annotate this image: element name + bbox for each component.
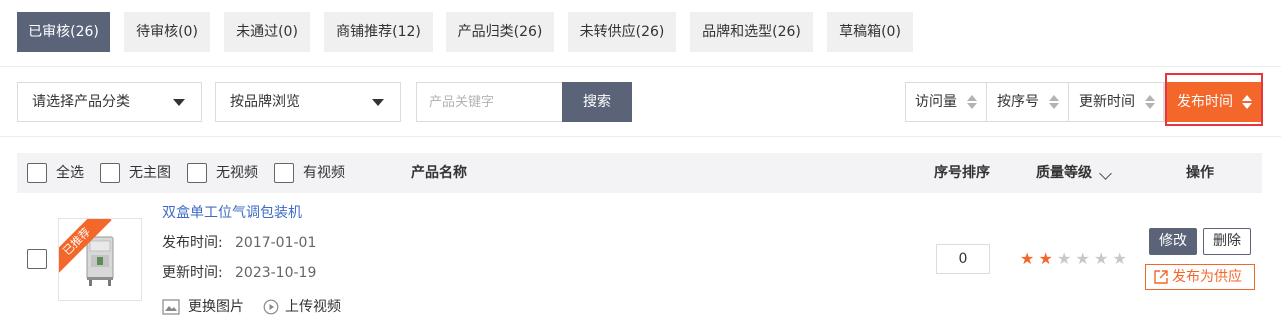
- sort-published-button[interactable]: 发布时间: [1167, 82, 1261, 122]
- sort-views-button[interactable]: 访问量: [905, 82, 987, 122]
- sort-updated-button[interactable]: 更新时间: [1069, 82, 1165, 122]
- brand-select[interactable]: 按品牌浏览: [215, 82, 401, 122]
- publish-as-supply-button[interactable]: 发布为供应: [1145, 264, 1255, 290]
- update-time-label: 更新时间:: [162, 265, 223, 281]
- upload-video-label: 上传视频: [285, 299, 341, 315]
- sort-arrows-icon: [1242, 95, 1252, 109]
- tab-product-categorized[interactable]: 产品归类(26): [446, 12, 554, 52]
- column-order: 序号排序: [934, 165, 990, 181]
- sort-updated-label: 更新时间: [1079, 94, 1135, 110]
- tab-brand-selection[interactable]: 品牌和选型(26): [690, 12, 813, 52]
- select-all-checkbox[interactable]: [27, 163, 47, 183]
- external-link-icon: [1154, 270, 1168, 284]
- no-main-image-label: 无主图: [129, 165, 171, 181]
- tab-rejected[interactable]: 未通过(0): [224, 12, 310, 52]
- update-time-value: 2023-10-19: [235, 265, 317, 281]
- star-empty-icon: ★: [1075, 249, 1090, 268]
- divider: [0, 66, 1281, 67]
- column-actions: 操作: [1186, 165, 1214, 181]
- replace-image-label: 更换图片: [188, 299, 244, 315]
- divider: [0, 136, 1281, 137]
- category-select-value: 请选择产品分类: [32, 94, 130, 110]
- star-filled-icon: ★: [1020, 249, 1035, 268]
- select-all-label: 全选: [56, 165, 84, 181]
- publish-time-label: 发布时间:: [162, 235, 223, 251]
- star-filled-icon: ★: [1038, 249, 1053, 268]
- has-video-label: 有视频: [303, 165, 345, 181]
- keyword-search-input[interactable]: [416, 82, 563, 122]
- has-video-checkbox[interactable]: [274, 163, 294, 183]
- image-icon: [162, 299, 180, 315]
- upload-video-button[interactable]: 上传视频: [263, 297, 341, 317]
- product-thumbnail[interactable]: 已推荐: [58, 218, 142, 301]
- sort-published-label: 发布时间: [1177, 94, 1233, 110]
- tab-drafts[interactable]: 草稿箱(0): [827, 12, 913, 52]
- publish-as-supply-label: 发布为供应: [1172, 269, 1242, 285]
- no-video-checkbox[interactable]: [187, 163, 207, 183]
- sort-order-label: 按序号: [997, 94, 1039, 110]
- publish-time-value: 2017-01-01: [235, 235, 317, 251]
- search-button[interactable]: 搜索: [562, 82, 632, 122]
- tab-not-converted-supply[interactable]: 未转供应(26): [568, 12, 676, 52]
- no-main-image-checkbox[interactable]: [100, 163, 120, 183]
- no-video-label: 无视频: [216, 165, 258, 181]
- column-quality[interactable]: 质量等级: [1036, 163, 1092, 183]
- column-product-name: 产品名称: [411, 165, 467, 181]
- star-empty-icon: ★: [1112, 249, 1127, 268]
- star-empty-icon: ★: [1094, 249, 1109, 268]
- product-name-link[interactable]: 双盒单工位气调包装机: [162, 203, 302, 223]
- sort-arrows-icon: [1145, 95, 1155, 109]
- sort-arrows-icon: [1049, 95, 1059, 109]
- play-icon: [263, 299, 279, 315]
- tab-pending[interactable]: 待审核(0): [124, 12, 210, 52]
- row-checkbox[interactable]: [27, 249, 47, 269]
- sort-arrows-icon: [967, 95, 977, 109]
- sort-order-button[interactable]: 按序号: [987, 82, 1069, 122]
- category-select[interactable]: 请选择产品分类: [17, 82, 202, 122]
- caret-down-icon: [173, 99, 185, 106]
- sort-views-label: 访问量: [915, 94, 957, 110]
- order-input[interactable]: 0: [936, 244, 990, 274]
- replace-image-button[interactable]: 更换图片: [162, 297, 244, 317]
- tab-shop-recommended[interactable]: 商铺推荐(12): [324, 12, 433, 52]
- delete-button[interactable]: 删除: [1203, 228, 1251, 255]
- tab-approved[interactable]: 已审核(26): [17, 12, 110, 52]
- brand-select-value: 按品牌浏览: [230, 94, 300, 110]
- star-empty-icon: ★: [1057, 249, 1072, 268]
- caret-down-icon: [372, 99, 384, 106]
- edit-button[interactable]: 修改: [1149, 228, 1197, 255]
